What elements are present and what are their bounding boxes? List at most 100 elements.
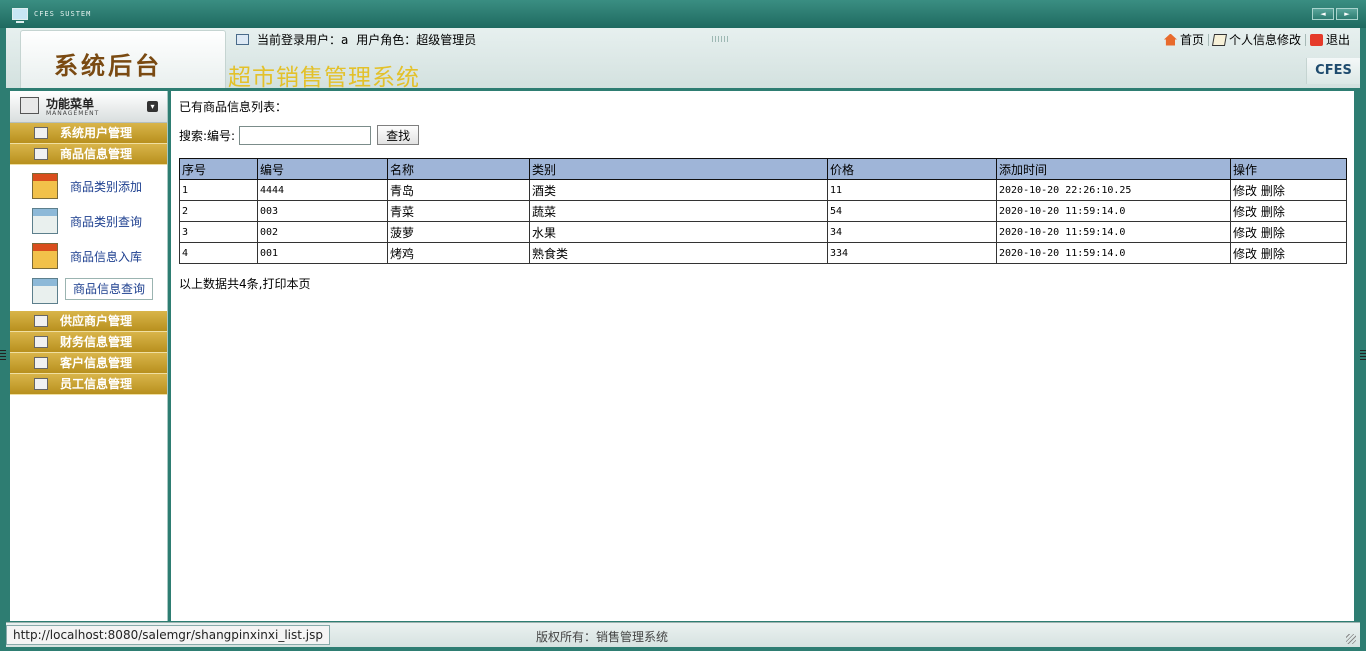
- edit-link[interactable]: 修改: [1233, 226, 1257, 240]
- cell-name: 青岛: [387, 179, 530, 201]
- copyright-text: 版权所有：销售管理系统: [536, 630, 669, 644]
- window-icon: [236, 33, 249, 45]
- system-name: 超市销售管理系统: [228, 65, 420, 91]
- record-count: 以上数据共4条,打印本页: [179, 275, 310, 292]
- sidebar-group-product-info[interactable]: 商品信息管理: [10, 144, 167, 165]
- cell-price: 334: [827, 242, 997, 264]
- search-label: 搜索:编号:: [179, 128, 236, 143]
- cell-no: 1: [179, 179, 258, 201]
- edit-link[interactable]: 修改: [1233, 247, 1257, 261]
- delete-link[interactable]: 删除: [1261, 226, 1285, 240]
- prev-button[interactable]: ◄: [1312, 8, 1334, 20]
- cell-name: 青菜: [387, 200, 530, 222]
- delete-link[interactable]: 删除: [1261, 184, 1285, 198]
- cell-code: 002: [257, 221, 388, 243]
- cell-no: 3: [179, 221, 258, 243]
- group-label: 系统用户管理: [60, 126, 133, 140]
- column-header: 名称: [387, 158, 530, 180]
- window-title: CFES SUSTEM: [34, 10, 92, 18]
- cell-price: 54: [827, 200, 997, 222]
- print-link[interactable]: 打印本页: [262, 277, 310, 291]
- group-label: 供应商户管理: [60, 314, 133, 328]
- item-label: 商品类别查询: [70, 215, 143, 229]
- right-splitter-grip[interactable]: [1360, 350, 1366, 362]
- form-icon: [32, 243, 58, 269]
- table-row: 2 003 青菜 蔬菜 54 2020-10-20 11:59:14.0 修改 …: [179, 200, 1347, 222]
- logout-link[interactable]: 退出: [1306, 31, 1354, 48]
- delete-link[interactable]: 删除: [1261, 205, 1285, 219]
- list-icon: [32, 278, 58, 304]
- edit-link[interactable]: 修改: [1233, 205, 1257, 219]
- sidebar-item-query-category[interactable]: 商品类别查询: [10, 204, 167, 239]
- cell-actions: 修改 删除: [1230, 200, 1347, 222]
- group-label: 商品信息管理: [60, 147, 133, 161]
- header-grip: [712, 36, 728, 42]
- column-header: 价格: [827, 158, 997, 180]
- cell-category: 酒类: [529, 179, 828, 201]
- exit-icon: [1309, 33, 1323, 46]
- edit-link[interactable]: 修改: [1233, 184, 1257, 198]
- search-button[interactable]: 查找: [377, 125, 420, 145]
- sidebar-group-system-users[interactable]: 系统用户管理: [10, 123, 167, 144]
- sidebar-group-customers[interactable]: 客户信息管理: [10, 353, 167, 374]
- left-splitter-grip[interactable]: [0, 350, 6, 362]
- item-label: 商品信息入库: [70, 250, 143, 264]
- current-user-label: 当前登录用户：a: [257, 32, 349, 47]
- cell-time: 2020-10-20 22:26:10.25: [996, 179, 1231, 201]
- collapse-icon[interactable]: ▾: [147, 101, 158, 112]
- resize-grip-icon[interactable]: [1346, 634, 1356, 644]
- search-input[interactable]: [239, 125, 372, 145]
- sidebar-group-suppliers[interactable]: 供应商户管理: [10, 311, 167, 332]
- window-controls: ◄ ►: [1312, 8, 1358, 20]
- table-header-row: 序号 编号 名称 类别 价格 添加时间 操作: [179, 158, 1347, 180]
- menu-header: 功能菜单 MANAGEMENT ▾: [10, 91, 167, 123]
- sidebar-item-product-query[interactable]: 商品信息查询: [10, 274, 167, 309]
- list-icon: [32, 208, 58, 234]
- monitor-icon: [12, 8, 28, 23]
- sidebar-item-product-stock-in[interactable]: 商品信息入库: [10, 239, 167, 274]
- edit-icon: [1211, 33, 1228, 46]
- page-header: 系统后台 当前登录用户：a 用户角色：超级管理员 首页 个人信息修改 退出 超市…: [6, 28, 1360, 91]
- cell-no: 2: [179, 200, 258, 222]
- sidebar-item-add-category[interactable]: 商品类别添加: [10, 169, 167, 204]
- column-header: 操作: [1230, 158, 1347, 180]
- cell-name: 菠萝: [387, 221, 530, 243]
- cfes-badge: CFES: [1306, 58, 1360, 84]
- item-label: 商品类别添加: [70, 180, 143, 194]
- list-title: 已有商品信息列表：: [179, 100, 288, 114]
- top-links: 首页 个人信息修改 退出: [1160, 31, 1354, 48]
- home-link[interactable]: 首页: [1160, 31, 1208, 48]
- cell-actions: 修改 删除: [1230, 221, 1347, 243]
- link-url-tooltip: http://localhost:8080/salemgr/shangpinxi…: [6, 625, 330, 645]
- delete-link[interactable]: 删除: [1261, 247, 1285, 261]
- cell-price: 11: [827, 179, 997, 201]
- home-link-label: 首页: [1179, 33, 1204, 47]
- column-header: 序号: [179, 158, 258, 180]
- menu-icon: [20, 97, 39, 114]
- sidebar-group-finance[interactable]: 财务信息管理: [10, 332, 167, 353]
- cell-time: 2020-10-20 11:59:14.0: [996, 242, 1231, 264]
- sidebar-group-employees[interactable]: 员工信息管理: [10, 374, 167, 395]
- user-info: 当前登录用户：a 用户角色：超级管理员: [257, 31, 480, 48]
- cell-category: 蔬菜: [529, 200, 828, 222]
- folder-icon: [34, 127, 48, 139]
- folder-icon: [34, 336, 48, 348]
- profile-link[interactable]: 个人信息修改: [1209, 31, 1305, 48]
- cell-actions: 修改 删除: [1230, 179, 1347, 201]
- column-header: 编号: [257, 158, 388, 180]
- cell-time: 2020-10-20 11:59:14.0: [996, 200, 1231, 222]
- cell-actions: 修改 删除: [1230, 242, 1347, 264]
- next-button[interactable]: ►: [1336, 8, 1358, 20]
- table-row: 3 002 菠萝 水果 34 2020-10-20 11:59:14.0 修改 …: [179, 221, 1347, 243]
- menu-subtitle: MANAGEMENT: [46, 110, 100, 117]
- record-count-text: 以上数据共4条,: [179, 277, 263, 291]
- form-icon: [32, 173, 58, 199]
- table-row: 4 001 烤鸡 熟食类 334 2020-10-20 11:59:14.0 修…: [179, 242, 1347, 264]
- user-role-label: 用户角色：超级管理员: [356, 32, 477, 47]
- status-bar: http://localhost:8080/salemgr/shangpinxi…: [6, 622, 1360, 647]
- cell-price: 34: [827, 221, 997, 243]
- window-titlebar: CFES SUSTEM ◄ ►: [0, 0, 1366, 28]
- group-label: 员工信息管理: [60, 377, 133, 391]
- cell-code: 001: [257, 242, 388, 264]
- folder-icon: [34, 378, 48, 390]
